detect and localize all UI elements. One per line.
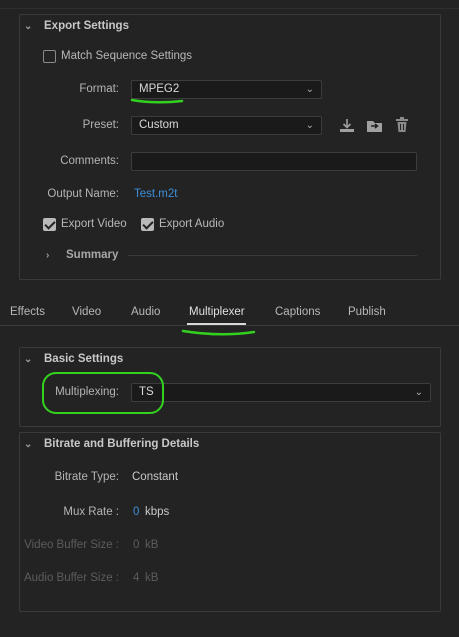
export-audio-label: Export Audio	[159, 218, 225, 230]
output-name-label: Output Name:	[47, 188, 119, 200]
bitrate-type-label: Bitrate Type:	[54, 471, 119, 483]
preset-label: Preset:	[82, 119, 119, 131]
match-sequence-checkbox[interactable]	[43, 50, 56, 63]
tab-multiplexer[interactable]: Multiplexer	[189, 306, 245, 318]
comments-label: Comments:	[60, 155, 119, 167]
preset-dropdown[interactable]: Custom ⌄	[131, 116, 322, 135]
multiplexing-dropdown[interactable]: TS ⌄	[131, 383, 431, 402]
tab-video[interactable]: Video	[72, 306, 101, 318]
match-sequence-label: Match Sequence Settings	[61, 50, 193, 62]
chevron-down-icon: ⌄	[305, 120, 314, 131]
tab-effects[interactable]: Effects	[10, 306, 45, 318]
export-settings-header[interactable]: ⌄ Export Settings	[24, 20, 129, 32]
tab-audio[interactable]: Audio	[131, 306, 160, 318]
export-video-label: Export Video	[61, 218, 127, 230]
chevron-down-icon: ⌄	[414, 387, 423, 398]
tab-captions[interactable]: Captions	[275, 306, 320, 318]
mux-rate-label: Mux Rate :	[63, 506, 119, 518]
export-video-checkbox[interactable]	[43, 218, 56, 231]
video-buffer-label: Video Buffer Size :	[24, 539, 119, 551]
export-audio-checkbox[interactable]	[141, 218, 154, 231]
preset-value: Custom	[139, 119, 179, 131]
chevron-down-icon: ⌄	[24, 438, 33, 450]
video-buffer-value: 0	[133, 539, 140, 551]
comments-field[interactable]	[131, 152, 417, 171]
bitrate-header[interactable]: ⌄ Bitrate and Buffering Details	[24, 438, 199, 450]
chevron-down-icon: ⌄	[24, 20, 33, 32]
save-preset-icon[interactable]	[338, 117, 356, 134]
chevron-down-icon: ⌄	[305, 84, 314, 95]
bitrate-panel	[19, 432, 441, 612]
active-tab-indicator	[187, 323, 246, 325]
top-divider	[0, 8, 459, 9]
chevron-down-icon: ⌄	[24, 353, 33, 365]
basic-settings-title: Basic Settings	[44, 353, 124, 365]
bitrate-title: Bitrate and Buffering Details	[44, 438, 200, 450]
audio-buffer-unit: kB	[145, 572, 159, 584]
format-label: Format:	[79, 83, 119, 95]
mux-rate-value[interactable]: 0	[133, 506, 139, 518]
chevron-right-icon: ›	[46, 249, 50, 261]
summary-header[interactable]: › Summary	[46, 249, 118, 261]
video-buffer-unit: kB	[145, 539, 159, 551]
audio-buffer-value: 4	[133, 572, 140, 584]
multiplexing-circle-annotation	[42, 372, 164, 414]
format-value: MPEG2	[139, 83, 180, 95]
tab-publish[interactable]: Publish	[348, 306, 386, 318]
output-name-link[interactable]: Test.m2t	[134, 188, 177, 200]
basic-settings-header[interactable]: ⌄ Basic Settings	[24, 353, 123, 365]
import-preset-icon[interactable]	[365, 117, 385, 134]
summary-divider	[128, 255, 417, 256]
delete-preset-icon[interactable]	[394, 116, 410, 134]
export-settings-title: Export Settings	[44, 20, 129, 32]
format-underline-annotation	[130, 98, 184, 104]
bitrate-type-value: Constant	[132, 471, 179, 483]
multiplexer-underline-annotation	[181, 329, 256, 336]
audio-buffer-label: Audio Buffer Size :	[23, 572, 119, 584]
mux-rate-unit: kbps	[145, 506, 170, 518]
summary-label: Summary	[66, 249, 119, 261]
